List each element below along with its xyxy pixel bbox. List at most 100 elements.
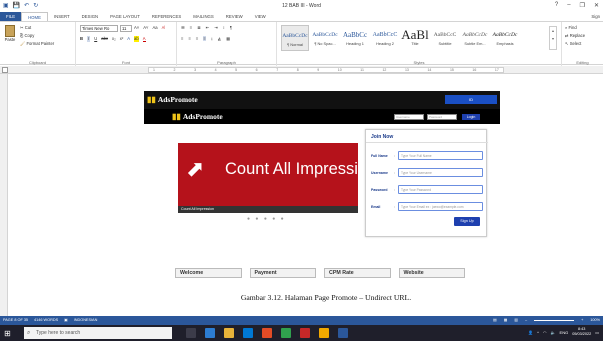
highlight-icon[interactable]: ab bbox=[134, 36, 139, 42]
app-icon-green[interactable] bbox=[281, 328, 291, 338]
style-name: Heading 2 bbox=[376, 41, 394, 46]
close-button[interactable]: ✕ bbox=[594, 2, 599, 9]
style-no-spacing[interactable]: AaBbCcDc ¶ No Spac... bbox=[311, 25, 339, 51]
tab-design[interactable]: DESIGN bbox=[76, 12, 104, 21]
style-heading-2[interactable]: AaBbCcC Heading 2 bbox=[371, 25, 399, 51]
word-icon[interactable] bbox=[338, 328, 348, 338]
minimize-button[interactable]: – bbox=[567, 2, 570, 9]
app-icon-red[interactable] bbox=[300, 328, 310, 338]
taskbar-search[interactable]: ⌕ Type here to search bbox=[24, 327, 172, 339]
bullets-icon[interactable]: ☰ bbox=[181, 25, 185, 30]
subscript-icon[interactable]: x₂ bbox=[112, 36, 116, 42]
store-icon[interactable] bbox=[243, 328, 253, 338]
superscript-icon[interactable]: x² bbox=[120, 36, 124, 42]
window-controls: ? – ❐ ✕ bbox=[555, 2, 599, 9]
zoom-level[interactable]: 100% bbox=[590, 316, 600, 325]
cut-button[interactable]: ✂ Cut bbox=[20, 25, 31, 30]
edge-icon[interactable] bbox=[205, 328, 215, 338]
tab-view[interactable]: VIEW bbox=[249, 12, 272, 21]
line-spacing-icon[interactable]: ↨ bbox=[211, 36, 213, 41]
notification-icon[interactable]: ▭ bbox=[595, 330, 599, 335]
paste-button[interactable]: Paste bbox=[3, 25, 17, 42]
strikethrough-icon[interactable]: abc bbox=[101, 36, 108, 42]
wifi-icon[interactable]: ◠ bbox=[543, 330, 547, 335]
increase-indent-icon[interactable]: ⇥ bbox=[214, 25, 218, 30]
banner-title: Count All Impression bbox=[225, 160, 377, 178]
tab-review[interactable]: REVIEW bbox=[220, 12, 249, 21]
shading-icon[interactable]: ◭ bbox=[218, 36, 221, 41]
show-marks-icon[interactable]: ¶ bbox=[230, 25, 232, 30]
web-layout-icon[interactable]: ▥ bbox=[514, 316, 518, 325]
change-case-icon[interactable]: Aa bbox=[153, 25, 158, 30]
help-button[interactable]: ? bbox=[555, 2, 558, 9]
chrome-icon[interactable] bbox=[319, 328, 329, 338]
sign-in-link[interactable]: Sign bbox=[591, 14, 603, 19]
windows-start-icon[interactable]: ⊞ bbox=[4, 329, 11, 338]
cut-label: Cut bbox=[24, 25, 32, 30]
chevron-up-icon[interactable]: ^ bbox=[537, 330, 539, 335]
clear-format-icon[interactable]: A̸ bbox=[162, 25, 165, 30]
tab-selector-icon[interactable] bbox=[2, 67, 8, 73]
tab-page-layout[interactable]: PAGE LAYOUT bbox=[104, 12, 146, 21]
print-layout-icon[interactable]: ▦ bbox=[504, 316, 508, 325]
zoom-slider[interactable] bbox=[534, 320, 575, 321]
shrink-font-icon[interactable]: A˅ bbox=[143, 25, 148, 30]
font-color-icon[interactable]: A bbox=[142, 36, 146, 42]
style-heading-1[interactable]: AaBbCc Heading 1 bbox=[341, 25, 369, 51]
style-subtitle[interactable]: AaBbCcC Subtitle bbox=[431, 25, 459, 51]
clipboard-group: Paste ✂ Cut ⎘ Copy 🖌 Format Painter Clip… bbox=[0, 22, 76, 66]
tab-references[interactable]: REFERENCES bbox=[146, 12, 187, 21]
task-view-icon[interactable] bbox=[186, 328, 196, 338]
sort-icon[interactable]: ↕ bbox=[223, 25, 225, 30]
borders-icon[interactable]: ▦ bbox=[226, 36, 230, 41]
align-right-icon[interactable]: ≡ bbox=[196, 36, 198, 41]
font-size-select[interactable]: 11 bbox=[120, 25, 132, 32]
style-title[interactable]: AaBl Title bbox=[401, 25, 429, 51]
zoom-in-icon[interactable]: + bbox=[581, 316, 583, 325]
restore-button[interactable]: ❐ bbox=[580, 2, 585, 9]
format-painter-button[interactable]: 🖌 Format Painter bbox=[20, 41, 54, 47]
window-title: 12 BAB III - Word bbox=[282, 3, 321, 9]
word-count[interactable]: 4146 WORDS bbox=[34, 316, 58, 325]
clock[interactable]: 8:43 05/03/2022 bbox=[572, 327, 591, 337]
tab-insert[interactable]: INSERT bbox=[48, 12, 76, 21]
input-language[interactable]: ENG bbox=[560, 330, 569, 335]
style-normal[interactable]: AaBbCcDc ¶ Normal bbox=[281, 25, 309, 51]
decrease-indent-icon[interactable]: ⇤ bbox=[206, 25, 210, 30]
numbering-icon[interactable]: ≡ bbox=[190, 25, 192, 30]
language-indicator[interactable]: INDONESIAN bbox=[74, 316, 98, 325]
multilevel-list-icon[interactable]: ≣ bbox=[197, 25, 201, 30]
tab-file[interactable]: FILE bbox=[0, 12, 22, 21]
justify-icon[interactable]: ≡ bbox=[203, 36, 206, 41]
file-explorer-icon[interactable] bbox=[224, 328, 234, 338]
grow-font-icon[interactable]: A˄ bbox=[134, 25, 139, 30]
read-mode-icon[interactable]: ▤ bbox=[493, 316, 497, 325]
bold-icon[interactable]: B bbox=[80, 36, 83, 42]
text-effects-icon[interactable]: A bbox=[127, 36, 130, 42]
replace-button[interactable]: ⇄ Replace bbox=[565, 33, 585, 38]
proofing-icon[interactable]: ▣ bbox=[64, 316, 68, 325]
tab-home[interactable]: HOME bbox=[21, 12, 48, 21]
horizontal-ruler[interactable]: 1 2 3 4 5 6 7 8 9 10 11 12 13 14 15 16 17 bbox=[0, 66, 603, 74]
select-button[interactable]: ↖ Select bbox=[565, 41, 581, 46]
align-center-icon[interactable]: ≡ bbox=[188, 36, 190, 41]
status-bar: PAGE 8 OF 35 4146 WORDS ▣ INDONESIAN ▤ ▦… bbox=[0, 316, 603, 325]
underline-icon[interactable]: U bbox=[94, 36, 97, 42]
person-icon[interactable]: 👤 bbox=[528, 330, 533, 335]
style-subtle-emphasis[interactable]: AaBbCcDc Subtle Em... bbox=[461, 25, 489, 51]
styles-scroll[interactable]: ▴ ▾ bbox=[549, 26, 557, 50]
app-icon-orange[interactable] bbox=[262, 328, 272, 338]
tab-mailings[interactable]: MAILINGS bbox=[187, 12, 220, 21]
vertical-ruler[interactable] bbox=[0, 74, 8, 316]
align-left-icon[interactable]: ≡ bbox=[181, 36, 183, 41]
font-name-select[interactable]: Times New Ro bbox=[80, 25, 118, 32]
copy-button[interactable]: ⎘ Copy bbox=[20, 33, 34, 38]
zoom-out-icon[interactable]: – bbox=[525, 316, 527, 325]
page-count[interactable]: PAGE 8 OF 35 bbox=[3, 316, 28, 325]
style-emphasis[interactable]: AaBbCcDc Emphasis bbox=[491, 25, 519, 51]
volume-icon[interactable]: 🔈 bbox=[551, 330, 556, 335]
find-button[interactable]: ⌕ Find bbox=[565, 25, 577, 30]
figure-caption[interactable]: Gambar 3.12. Halaman Page Promote – Undi… bbox=[148, 293, 504, 302]
italic-icon[interactable]: I bbox=[87, 36, 91, 42]
style-sample: AaBbCcC bbox=[372, 32, 398, 38]
